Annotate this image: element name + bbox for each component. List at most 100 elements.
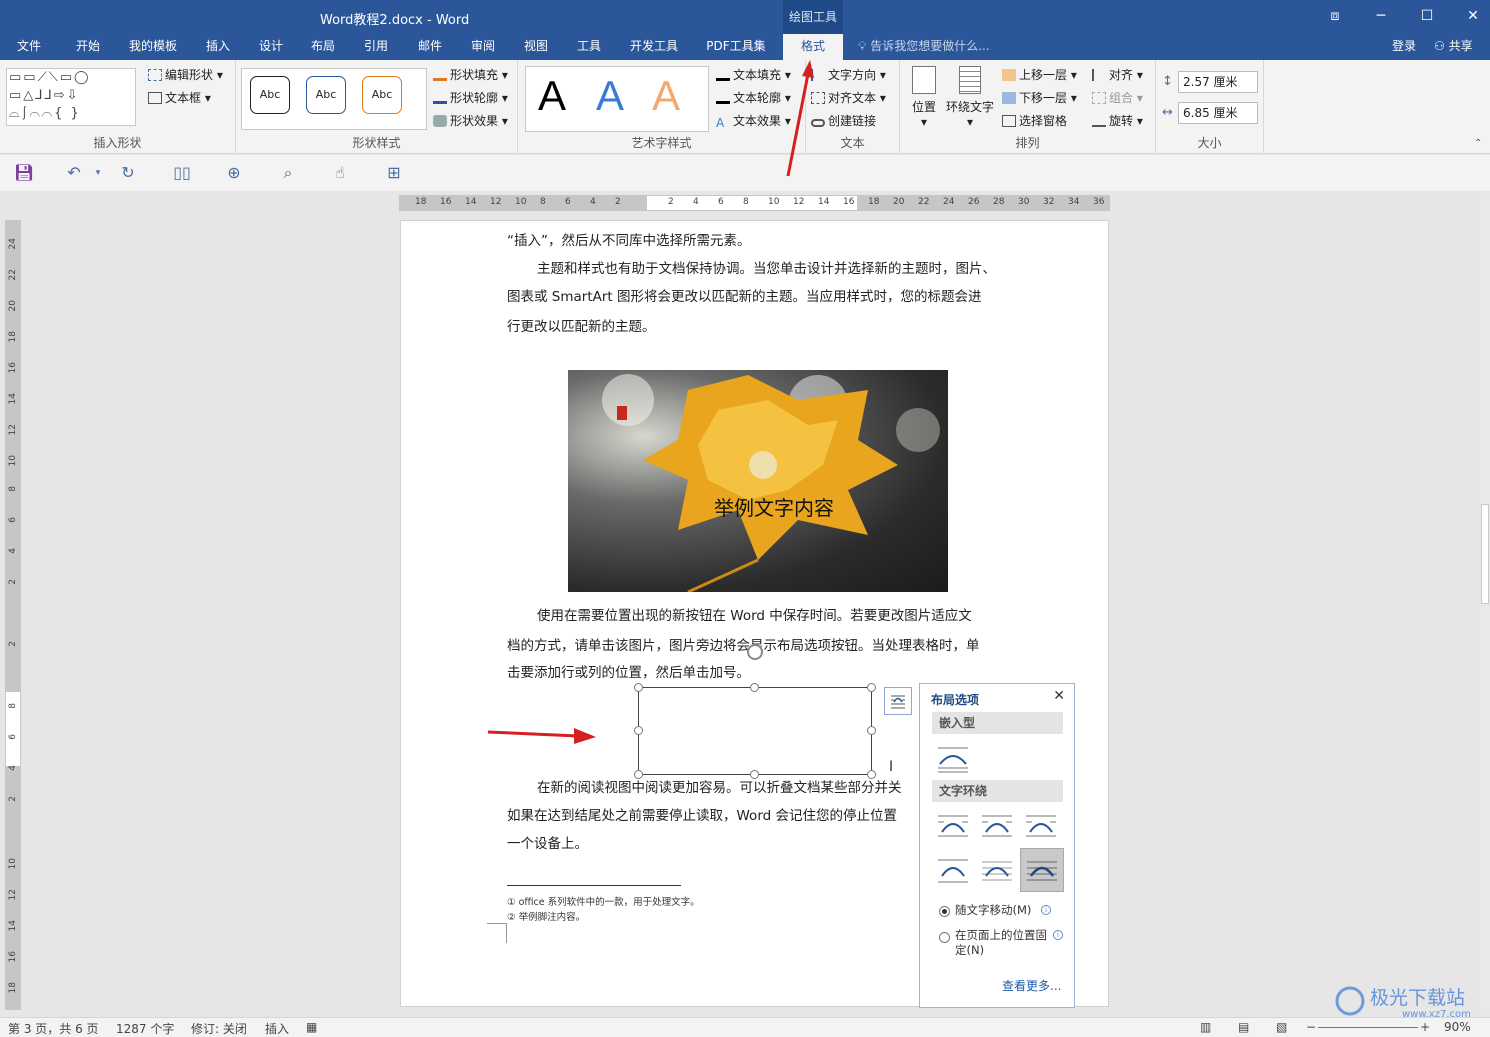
ruler-tick-label: 10 bbox=[8, 858, 18, 870]
tab-references[interactable]: 引用 bbox=[354, 34, 398, 60]
customize-qat-icon[interactable]: ⊞ bbox=[384, 163, 404, 183]
info-icon[interactable]: i bbox=[1041, 905, 1051, 915]
vertical-scrollbar[interactable] bbox=[1479, 193, 1490, 1015]
insert-mode-status[interactable]: 插入 bbox=[265, 1020, 289, 1037]
create-link-button[interactable]: 创建链接 bbox=[811, 112, 876, 129]
wrap-tight-icon[interactable] bbox=[980, 810, 1016, 844]
tell-me-box[interactable]: 💡︎ 告诉我您想要做什么... bbox=[858, 34, 990, 60]
tab-file[interactable]: 文件 bbox=[8, 34, 50, 60]
tab-developer[interactable]: 开发工具 bbox=[624, 34, 684, 60]
wrap-behind-text-icon[interactable] bbox=[980, 854, 1016, 888]
resize-handle[interactable] bbox=[634, 770, 643, 779]
print-layout-view-icon[interactable]: ▤ bbox=[1238, 1020, 1249, 1034]
selected-text-box[interactable] bbox=[638, 687, 872, 775]
wrap-square-icon[interactable] bbox=[936, 810, 972, 844]
leaf-image[interactable]: 举例文字内容 bbox=[568, 370, 948, 592]
undo-icon[interactable]: ↶ bbox=[64, 163, 84, 183]
ruler-tick-label: 4 bbox=[8, 548, 18, 554]
tab-pdf-tools[interactable]: PDF工具集 bbox=[700, 34, 772, 60]
word-count[interactable]: 1287 个字 bbox=[116, 1020, 174, 1037]
wordart-black[interactable]: A bbox=[538, 72, 566, 120]
align-text-button[interactable]: 对齐文本 ▾ bbox=[811, 89, 886, 106]
tab-insert[interactable]: 插入 bbox=[196, 34, 240, 60]
resize-handle[interactable] bbox=[867, 770, 876, 779]
text-box-button[interactable]: 文本框 ▾ bbox=[148, 89, 211, 106]
wrap-through-icon[interactable] bbox=[1024, 810, 1060, 844]
bring-forward-button[interactable]: 上移一层 ▾ bbox=[1002, 66, 1077, 83]
resize-handle[interactable] bbox=[634, 726, 643, 735]
tab-mailings[interactable]: 邮件 bbox=[408, 34, 452, 60]
close-button[interactable]: ✕ bbox=[1450, 0, 1490, 32]
rotate-handle-icon[interactable] bbox=[747, 644, 763, 660]
shape-fill-button[interactable]: 形状填充 ▾ bbox=[433, 66, 508, 83]
zoom-slider[interactable] bbox=[1318, 1027, 1418, 1028]
see-more-link[interactable]: 查看更多... bbox=[1002, 977, 1061, 994]
minimize-button[interactable]: ─ bbox=[1358, 0, 1404, 32]
web-layout-view-icon[interactable]: ▧ bbox=[1276, 1020, 1287, 1034]
wordart-blue[interactable]: A bbox=[596, 72, 624, 120]
read-mode-view-icon[interactable]: ▥ bbox=[1200, 1020, 1211, 1034]
fix-position-radio[interactable] bbox=[939, 932, 950, 943]
position-button[interactable]: 位置 ▾ bbox=[908, 66, 940, 129]
inline-with-text-icon[interactable] bbox=[936, 742, 972, 776]
resize-handle[interactable] bbox=[750, 770, 759, 779]
resize-handle[interactable] bbox=[867, 726, 876, 735]
web-layout-icon[interactable]: ⊕ bbox=[224, 163, 244, 183]
tab-view[interactable]: 视图 bbox=[514, 34, 558, 60]
print-preview-icon[interactable]: ⌕ bbox=[278, 163, 298, 183]
shape-style-black[interactable]: Abc bbox=[250, 76, 290, 114]
shape-effects-button[interactable]: 形状效果 ▾ bbox=[433, 112, 508, 129]
resize-handle[interactable] bbox=[634, 683, 643, 692]
macro-record-icon[interactable]: ▦ bbox=[306, 1020, 317, 1034]
group-button[interactable]: 组合 ▾ bbox=[1092, 89, 1143, 106]
tab-design[interactable]: 设计 bbox=[249, 34, 293, 60]
page-count[interactable]: 第 3 页，共 6 页 bbox=[8, 1020, 99, 1037]
wordart-orange[interactable]: A bbox=[652, 72, 680, 120]
save-icon[interactable]: 💾︎ bbox=[14, 163, 34, 183]
shape-outline-button[interactable]: 形状轮廓 ▾ bbox=[433, 89, 508, 106]
shape-height-input[interactable]: 2.57 厘米 bbox=[1178, 71, 1258, 93]
zoom-in-icon[interactable]: + bbox=[1420, 1020, 1430, 1034]
scrollbar-thumb[interactable] bbox=[1481, 504, 1489, 604]
text-direction-button[interactable]: 文字方向 ▾ bbox=[811, 66, 886, 83]
selection-pane-button[interactable]: 选择窗格 bbox=[1002, 112, 1067, 129]
redo-icon[interactable]: ↻ bbox=[118, 163, 138, 183]
send-backward-button[interactable]: 下移一层 ▾ bbox=[1002, 89, 1077, 106]
undo-dropdown-icon[interactable]: ▾ bbox=[88, 163, 108, 183]
vertical-ruler[interactable]: 24 22 20 18 16 14 12 10 8 6 4 2 2 8 6 4 2 10 12 14 16 18 bbox=[5, 220, 21, 1010]
selection-pane-label: 选择窗格 bbox=[1019, 114, 1068, 128]
horizontal-ruler[interactable]: 18 16 14 12 10 8 6 4 2 2 4 6 8 10 12 14 16 18 20 22 24 26 28 30… bbox=[399, 195, 1110, 211]
edit-shape-button[interactable]: 编辑形状 ▾ bbox=[148, 66, 223, 83]
track-changes-status[interactable]: 修订: 关闭 bbox=[191, 1020, 247, 1037]
read-mode-icon[interactable]: ▯▯ bbox=[172, 163, 192, 183]
tab-my-templates[interactable]: 我的模板 bbox=[122, 34, 184, 60]
wrap-in-front-selected[interactable] bbox=[1020, 848, 1064, 892]
collapse-ribbon-icon[interactable]: ⌃ bbox=[1474, 138, 1482, 149]
shapes-gallery[interactable]: ▭▭⟋⟍▭◯ ▭△⅃⅃⇨⇩ ⌓⎰⌒⌒{ } bbox=[6, 68, 136, 126]
info-icon[interactable]: i bbox=[1053, 930, 1063, 940]
wrap-text-button[interactable]: 环绕文字 ▾ bbox=[944, 66, 996, 129]
maximize-button[interactable]: ☐ bbox=[1404, 0, 1450, 32]
wrap-top-bottom-icon[interactable] bbox=[936, 854, 972, 888]
zoom-level[interactable]: 90% bbox=[1444, 1020, 1471, 1034]
tab-review[interactable]: 审阅 bbox=[461, 34, 505, 60]
close-icon[interactable]: ✕ bbox=[1053, 688, 1065, 704]
shape-style-blue[interactable]: Abc bbox=[306, 76, 346, 114]
align-button[interactable]: 对齐 ▾ bbox=[1092, 66, 1143, 83]
zoom-out-icon[interactable]: − bbox=[1306, 1020, 1316, 1034]
shape-width-input[interactable]: 6.85 厘米 bbox=[1178, 102, 1258, 124]
resize-handle[interactable] bbox=[750, 683, 759, 692]
move-with-text-radio[interactable] bbox=[939, 906, 950, 917]
layout-options-button[interactable] bbox=[884, 687, 912, 715]
tab-layout[interactable]: 布局 bbox=[301, 34, 345, 60]
tab-format[interactable]: 格式 bbox=[783, 34, 843, 60]
resize-handle[interactable] bbox=[867, 683, 876, 692]
shape-style-orange[interactable]: Abc bbox=[362, 76, 402, 114]
touch-mode-icon[interactable]: ☝︎ bbox=[330, 163, 350, 183]
ribbon-display-options-icon[interactable]: ⧈ bbox=[1312, 0, 1358, 32]
tab-tools[interactable]: 工具 bbox=[567, 34, 611, 60]
tab-home[interactable]: 开始 bbox=[66, 34, 110, 60]
share-button[interactable]: ⚇ 共享 bbox=[1434, 34, 1473, 58]
login-link[interactable]: 登录 bbox=[1392, 34, 1416, 58]
rotate-button[interactable]: 旋转 ▾ bbox=[1092, 112, 1143, 129]
